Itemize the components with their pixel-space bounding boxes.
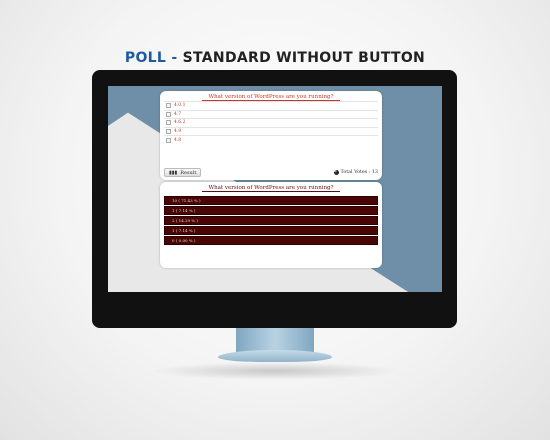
poll-option[interactable]: 4.9	[164, 126, 378, 136]
heading-dash: -	[171, 50, 178, 66]
poll-footer: ▮▮▮ Result Total Votes : 13	[164, 168, 378, 177]
option-label: 4.6.2	[174, 120, 186, 126]
pie-chart-icon	[333, 170, 339, 175]
checkbox[interactable]	[166, 111, 171, 117]
page-heading: POLL - STANDARD WITHOUT BUTTON	[0, 50, 550, 66]
poll-option[interactable]: 4.7	[164, 109, 378, 119]
option-label: 4.8	[174, 137, 182, 143]
result-row: 2 ( 14.29 % )	[164, 216, 378, 225]
monitor-screen: What version of WordPress are you runnin…	[108, 86, 442, 292]
monitor-shadow	[150, 362, 400, 380]
total-votes-label: Total Votes : 13	[340, 170, 378, 175]
option-label: 4.0.1	[174, 103, 186, 109]
poll-card: What version of WordPress are you runnin…	[160, 91, 382, 180]
poll-option[interactable]: 4.8	[164, 135, 378, 144]
results-card: What version of WordPress are you runnin…	[160, 182, 382, 268]
option-label: 4.9	[174, 129, 182, 135]
option-label: 4.7	[174, 111, 182, 117]
result-row: 10 ( 71.43 % )	[164, 196, 378, 205]
result-row: 1 ( 7.14 % )	[164, 226, 378, 235]
result-button[interactable]: ▮▮▮ Result	[164, 168, 202, 177]
checkbox[interactable]	[166, 120, 171, 126]
result-button-label: Result	[180, 169, 197, 176]
total-votes: Total Votes : 13	[333, 170, 378, 175]
monitor-foot	[218, 350, 332, 362]
heading-poll: POLL	[124, 50, 167, 66]
checkbox[interactable]	[166, 129, 171, 135]
heading-subtitle: STANDARD WITHOUT BUTTON	[182, 50, 426, 66]
result-row: 1 ( 7.14 % )	[164, 206, 378, 215]
results-question: What version of WordPress are you runnin…	[160, 182, 382, 192]
checkbox[interactable]	[166, 103, 171, 109]
bar-chart-icon: ▮▮▮	[169, 169, 178, 176]
checkbox[interactable]	[166, 137, 171, 143]
poll-option[interactable]: 4.6.2	[164, 118, 378, 127]
poll-question: What version of WordPress are you runnin…	[160, 91, 382, 101]
result-row: 0 ( 0.00 % )	[164, 236, 378, 245]
poll-option[interactable]: 4.0.1	[164, 101, 378, 110]
